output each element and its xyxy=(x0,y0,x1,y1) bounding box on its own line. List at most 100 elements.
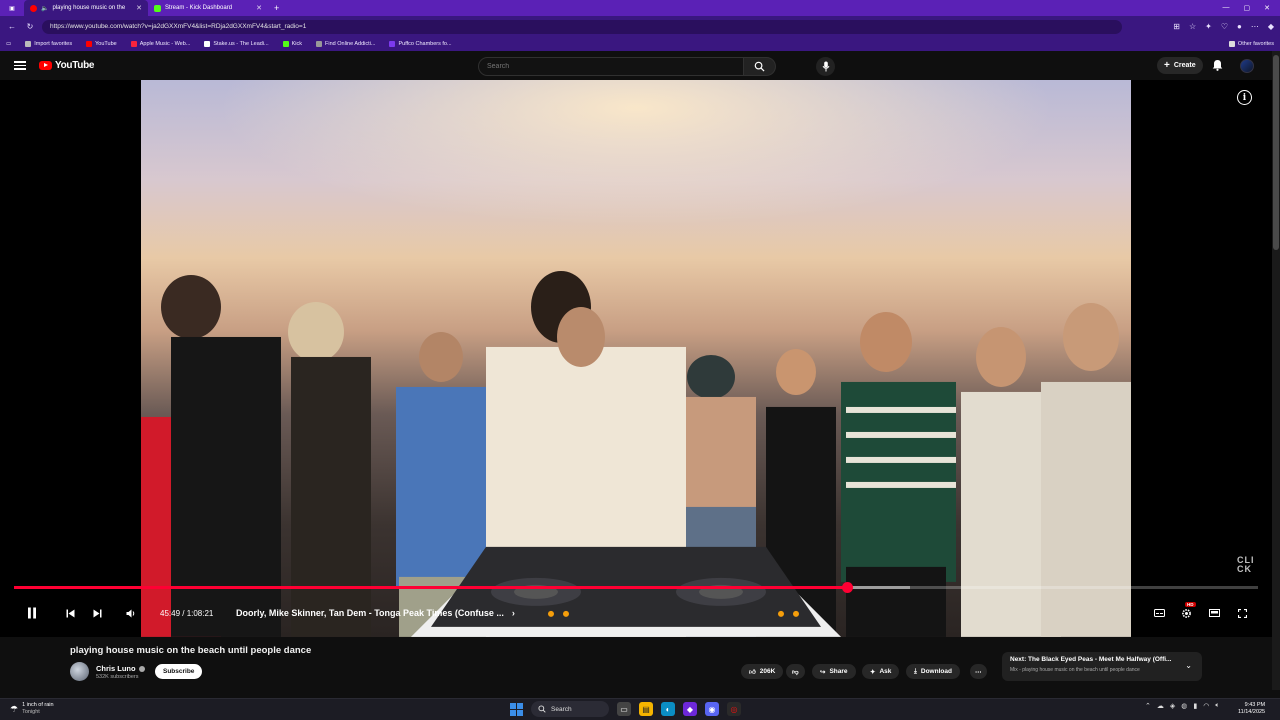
shield-icon[interactable]: ◈ xyxy=(1170,702,1175,710)
voice-search-button[interactable] xyxy=(816,57,835,76)
favorite-star-icon[interactable]: ☆ xyxy=(1189,22,1196,31)
youtube-logo[interactable]: YouTube xyxy=(39,60,95,71)
back-icon[interactable]: ← xyxy=(6,22,18,31)
next-video-playlist: Mix - playing house music on the beach u… xyxy=(1010,667,1140,673)
download-label: Download xyxy=(920,668,952,675)
search-input[interactable] xyxy=(478,57,744,76)
more-actions-button[interactable]: ⋯ xyxy=(970,664,987,679)
wifi-icon[interactable]: ◠ xyxy=(1203,702,1209,710)
bookmark-youtube[interactable]: YouTube xyxy=(86,41,117,47)
dislike-button[interactable]: 👎︎ xyxy=(786,664,805,679)
tab-actions-icon[interactable]: ▣ xyxy=(0,0,24,16)
page-scrollbar[interactable] xyxy=(1272,51,1280,690)
create-button[interactable]: + Create xyxy=(1157,57,1203,74)
close-icon[interactable]: ✕ xyxy=(256,4,262,12)
close-window-icon[interactable]: ✕ xyxy=(1264,4,1270,12)
notifications-bell-icon[interactable] xyxy=(1212,59,1223,71)
discord-icon[interactable]: ◉ xyxy=(705,702,719,716)
extensions-icon[interactable]: ✦ xyxy=(1205,22,1212,31)
next-button[interactable] xyxy=(89,600,105,626)
video-player[interactable]: i CLI CK 45:49 / 1:08:21 Doorly, Mike Sk… xyxy=(0,80,1272,637)
share-button[interactable]: ↪ Share xyxy=(812,664,856,679)
copilot-icon[interactable]: ◆ xyxy=(1268,22,1274,31)
refresh-icon[interactable]: ↻ xyxy=(24,22,36,31)
previous-button[interactable] xyxy=(62,600,78,626)
info-icon[interactable]: i xyxy=(1237,90,1252,105)
close-icon[interactable]: ✕ xyxy=(136,4,142,12)
channel-name[interactable]: Chris Luno xyxy=(96,664,145,673)
bookmark-import-favorites[interactable]: Import favorites xyxy=(25,41,72,47)
subtitles-button[interactable] xyxy=(1151,600,1167,626)
bookmark-label: Puffco Chambers fo... xyxy=(398,41,452,47)
maximize-icon[interactable]: ▢ xyxy=(1244,4,1251,12)
account-avatar[interactable] xyxy=(1240,59,1254,73)
app-icon[interactable]: ⊞ xyxy=(1173,22,1180,31)
more-icon[interactable]: ⋯ xyxy=(1251,22,1259,31)
miniplayer-button[interactable] xyxy=(1206,600,1222,626)
channel-watermark[interactable]: CLI CK xyxy=(1237,556,1257,574)
speaker-icon[interactable]: 🔈︎ xyxy=(1215,702,1219,710)
file-explorer-icon[interactable]: ▤ xyxy=(639,702,653,716)
create-label: Create xyxy=(1173,62,1196,69)
volume-button[interactable] xyxy=(123,600,139,626)
hd-badge: HD xyxy=(1185,602,1196,607)
bookmark-apple-music[interactable]: Apple Music - Web... xyxy=(130,41,190,47)
ask-button[interactable]: ✦ Ask xyxy=(862,664,900,679)
bookmark-puffco[interactable]: Puffco Chambers fo... xyxy=(389,41,452,47)
gear-icon xyxy=(1181,608,1191,618)
youtube-header: YouTube + Create xyxy=(0,51,1272,80)
profile-icon[interactable]: ● xyxy=(1237,22,1242,31)
app-icon[interactable]: ◆ xyxy=(683,702,697,716)
battery-icon[interactable]: ▮ xyxy=(1193,702,1197,710)
search-button[interactable] xyxy=(744,57,776,76)
progress-bar[interactable] xyxy=(14,582,1258,593)
next-video-card[interactable]: Next: The Black Eyed Peas - Meet Me Half… xyxy=(1002,652,1202,681)
chevron-down-icon[interactable]: ⌄ xyxy=(1185,661,1192,670)
favorites-icon[interactable]: ♡ xyxy=(1221,22,1228,31)
menu-icon[interactable] xyxy=(14,61,26,70)
fullscreen-button[interactable] xyxy=(1234,600,1250,626)
taskbar-search-label: Search xyxy=(551,705,572,713)
clock[interactable]: 9:43 PM 11/14/2025 xyxy=(1238,702,1265,716)
video-frame[interactable] xyxy=(141,80,1131,637)
search-icon xyxy=(538,705,546,713)
subscribe-button[interactable]: Subscribe xyxy=(155,664,203,679)
minimize-icon[interactable]: — xyxy=(1223,4,1230,12)
speaker-icon[interactable]: 🔈 xyxy=(41,5,48,12)
sidebar-toggle-icon[interactable]: ▭ xyxy=(6,41,11,47)
video-details: playing house music on the beach until p… xyxy=(0,637,1272,690)
volume-icon xyxy=(126,609,135,617)
new-tab-button[interactable]: + xyxy=(268,0,285,16)
clock-date: 11/14/2025 xyxy=(1238,709,1266,715)
taskbar-search[interactable]: Search xyxy=(531,701,609,717)
chevron-up-icon[interactable]: ⌃ xyxy=(1145,702,1151,710)
url-field[interactable]: https://www.youtube.com/watch?v=ja2dGXXm… xyxy=(42,19,1122,34)
cloud-icon[interactable]: ☁ xyxy=(1157,702,1164,710)
subscriber-count: 532K subscribers xyxy=(96,674,139,680)
tab-youtube[interactable]: 🔈 playing house music on the ✕ xyxy=(24,0,148,16)
folder-icon xyxy=(1228,41,1235,47)
youtube-icon xyxy=(86,41,93,47)
windows-start-icon[interactable] xyxy=(510,702,523,716)
like-button[interactable]: 👍︎ 206K xyxy=(741,664,784,679)
tab-kick[interactable]: Stream - Kick Dashboard ✕ xyxy=(148,0,268,16)
bookmark-kick[interactable]: Kick xyxy=(282,41,302,47)
bookmark-find-online[interactable]: Find Online Addicti... xyxy=(316,41,375,47)
weather-widget[interactable]: ☂ 1 inch of rain Tonight xyxy=(10,702,54,716)
tab-label: Stream - Kick Dashboard xyxy=(165,5,233,11)
edge-icon[interactable]: ◐ xyxy=(661,702,675,716)
task-view-icon[interactable]: ▭ xyxy=(617,702,631,716)
download-button[interactable]: ⤓ Download xyxy=(906,664,960,679)
bookmark-stake[interactable]: Stake.us - The Leadi... xyxy=(204,41,269,47)
other-favorites[interactable]: Other favorites xyxy=(1228,41,1274,47)
chapter-title[interactable]: Doorly, Mike Skinner, Tan Dem - Tonga Pe… xyxy=(236,600,515,626)
chrome-icon[interactable]: ◎ xyxy=(727,702,741,716)
network-icon[interactable]: ◍ xyxy=(1181,702,1187,710)
microphone-icon xyxy=(822,61,829,72)
download-icon: ⤓ xyxy=(914,667,917,675)
channel-avatar[interactable] xyxy=(70,662,89,681)
scrollbar-thumb[interactable] xyxy=(1273,55,1279,250)
pause-button[interactable] xyxy=(24,600,40,626)
settings-button[interactable]: HD xyxy=(1178,600,1196,626)
stake-icon xyxy=(204,41,211,47)
